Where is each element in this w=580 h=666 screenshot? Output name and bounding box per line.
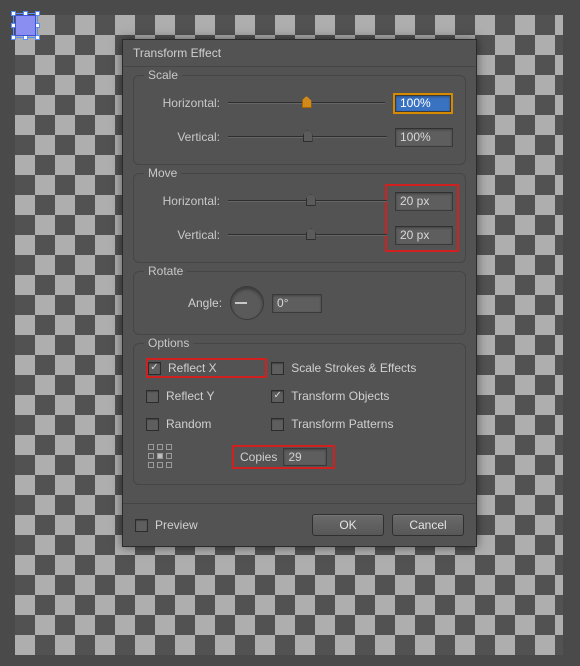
copies-label: Copies [240,450,277,464]
scale-v-slider[interactable] [228,128,387,146]
move-h-input[interactable]: 20 px [395,192,453,211]
scale-v-input[interactable]: 100% [395,128,453,147]
reference-point-selector[interactable] [148,444,174,470]
angle-input[interactable]: 0° [272,294,322,313]
transform-objects-label: Transform Objects [291,389,389,403]
move-v-label: Vertical: [146,228,220,242]
move-v-slider[interactable] [228,226,387,244]
random-label: Random [166,417,211,431]
scale-legend: Scale [144,68,182,82]
highlight-box: Copies 29 [232,445,335,469]
scale-h-slider[interactable] [228,94,385,112]
highlight-box: Reflect X [146,358,267,378]
move-v-input[interactable]: 20 px [395,226,453,245]
options-fieldset: Options Reflect X Scale Strokes & Effect… [133,343,466,485]
angle-pointer [235,302,247,304]
dialog-titlebar[interactable]: Transform Effect [123,40,476,67]
scale-strokes-label: Scale Strokes & Effects [291,361,416,375]
scale-h-label: Horizontal: [146,96,220,110]
preview-checkbox[interactable] [135,519,148,532]
rotate-fieldset: Rotate Angle: 0° [133,271,466,335]
scale-fieldset: Scale Horizontal: 100% Vertical: 100% [133,75,466,165]
move-fieldset: Move Horizontal: 20 px Vertical: 20 px [133,173,466,263]
options-legend: Options [144,336,193,350]
scale-strokes-checkbox[interactable] [271,362,284,375]
move-legend: Move [144,166,181,180]
transform-patterns-checkbox[interactable] [271,418,284,431]
angle-dial[interactable] [230,286,264,320]
cancel-button[interactable]: Cancel [392,514,464,536]
transform-objects-checkbox[interactable] [271,390,284,403]
move-h-label: Horizontal: [146,194,220,208]
transform-effect-dialog: Transform Effect Scale Horizontal: 100% … [122,39,477,547]
preview-label: Preview [155,518,198,532]
reflect-x-label: Reflect X [168,361,217,375]
scale-h-value-focus: 100% [393,93,453,114]
scale-h-input[interactable]: 100% [395,95,451,112]
reflect-y-checkbox[interactable] [146,390,159,403]
random-checkbox[interactable] [146,418,159,431]
angle-label: Angle: [188,296,222,310]
copies-input[interactable]: 29 [283,448,327,466]
ok-button[interactable]: OK [312,514,384,536]
dialog-footer: Preview OK Cancel [123,503,476,546]
reflect-y-label: Reflect Y [166,389,214,403]
reflect-x-checkbox[interactable] [148,362,161,375]
rotate-legend: Rotate [144,264,187,278]
dialog-title: Transform Effect [133,46,221,60]
scale-v-label: Vertical: [146,130,220,144]
artboard-object[interactable] [15,15,36,36]
transform-patterns-label: Transform Patterns [291,417,393,431]
move-h-slider[interactable] [228,192,387,210]
